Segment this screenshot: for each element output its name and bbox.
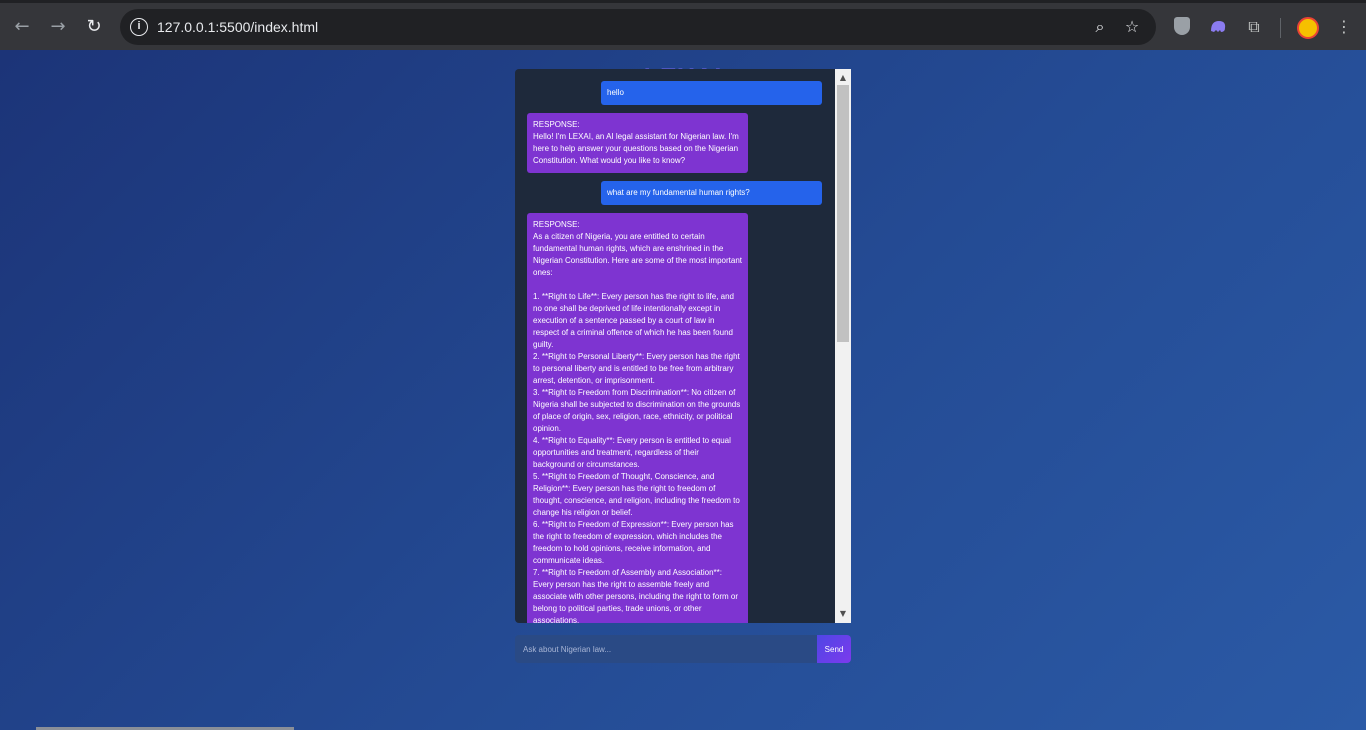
- site-info-icon[interactable]: i: [130, 18, 148, 36]
- user-message: what are my fundamental human rights?: [601, 181, 822, 205]
- address-bar[interactable]: i 127.0.0.1:5500/index.html ⌕ ☆: [120, 9, 1156, 45]
- profile-avatar[interactable]: [1297, 17, 1319, 39]
- zoom-icon[interactable]: ⌕: [1090, 17, 1110, 37]
- user-message: hello: [601, 81, 822, 105]
- menu-icon[interactable]: ⋮: [1334, 17, 1354, 37]
- scroll-up-icon[interactable]: ▲: [835, 71, 851, 85]
- browser-toolbar: ← → ↻ i 127.0.0.1:5500/index.html ⌕ ☆ ⧉ …: [0, 0, 1366, 50]
- message-list[interactable]: hello RESPONSE: Hello! I'm LEXAI, an AI …: [515, 69, 835, 623]
- toolbar-divider: [1280, 18, 1281, 38]
- ghost-extension-icon[interactable]: [1208, 17, 1228, 37]
- forward-icon[interactable]: →: [45, 14, 71, 40]
- chat-input[interactable]: [515, 635, 817, 663]
- scroll-down-icon[interactable]: ▼: [835, 607, 851, 621]
- back-icon[interactable]: ←: [9, 14, 35, 40]
- chat-container: hello RESPONSE: Hello! I'm LEXAI, an AI …: [515, 69, 851, 623]
- bot-message: RESPONSE: Hello! I'm LEXAI, an AI legal …: [527, 113, 748, 173]
- chat-scrollbar[interactable]: ▲ ▼: [835, 69, 851, 623]
- shield-extension-icon[interactable]: [1174, 17, 1190, 35]
- send-button[interactable]: Send: [817, 635, 851, 663]
- url-text[interactable]: 127.0.0.1:5500/index.html: [157, 19, 318, 35]
- reload-icon[interactable]: ↻: [81, 14, 107, 40]
- chat-input-wrapper: [515, 635, 817, 663]
- bookmark-star-icon[interactable]: ☆: [1122, 17, 1142, 37]
- scroll-thumb[interactable]: [837, 85, 849, 342]
- bot-message: RESPONSE: As a citizen of Nigeria, you a…: [527, 213, 748, 623]
- extensions-puzzle-icon[interactable]: ⧉: [1244, 17, 1264, 37]
